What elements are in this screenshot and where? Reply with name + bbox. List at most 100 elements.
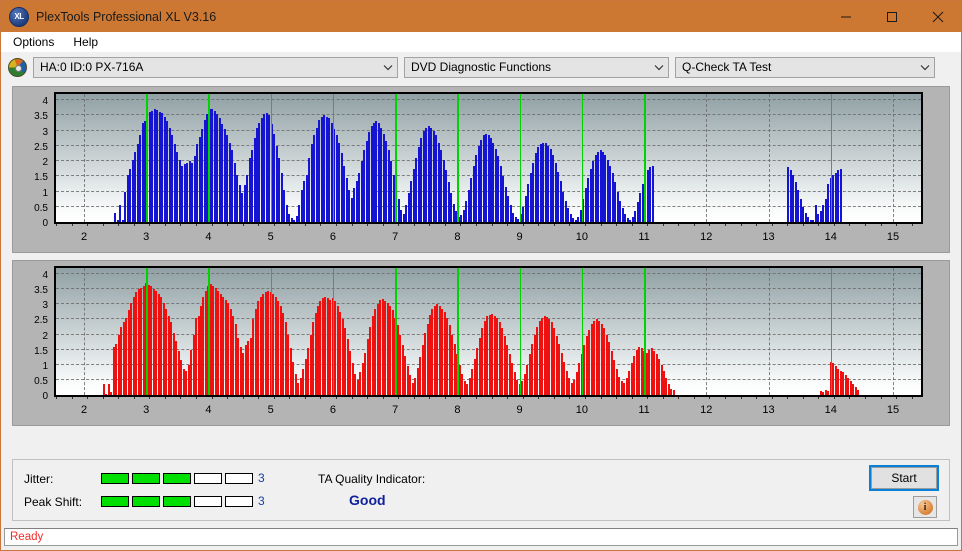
axis-tick <box>584 397 586 399</box>
axis-tick <box>756 397 758 399</box>
plot-wrap: 0 0.5 1 1.5 2 2.5 3 3.5 4 2 3 4 5 6 7 8 9 10 11 12 13 14 15 <box>13 261 949 425</box>
marker-line <box>830 94 833 222</box>
drive-select[interactable]: HA:0 ID:0 PX-716A <box>33 56 398 78</box>
meter-segment <box>194 473 222 484</box>
window-controls <box>823 1 961 32</box>
axis-tick <box>211 397 213 399</box>
axis-tick <box>304 224 306 226</box>
axis-tick <box>476 397 478 399</box>
peak-shift-label: Peak Shift: <box>24 495 83 509</box>
axis-tick <box>476 224 478 226</box>
window-title: PlexTools Professional XL V3.16 <box>36 9 217 24</box>
axis-tick <box>880 224 882 226</box>
axis-tick <box>304 397 306 399</box>
axis-tick <box>538 224 540 226</box>
axis-tick <box>102 397 104 399</box>
axis-tick <box>56 397 57 399</box>
marker-line <box>270 268 273 395</box>
marker-line <box>208 94 210 222</box>
info-icon: i <box>917 499 933 515</box>
start-button[interactable]: Start <box>869 465 939 491</box>
axis-tick <box>616 224 618 226</box>
marker-line <box>519 268 522 395</box>
y-axis-tick-label: 0 <box>42 218 48 229</box>
axis-tick <box>211 224 213 226</box>
marker-line <box>644 268 646 395</box>
xl-logo-icon: XL <box>9 6 29 27</box>
axis-tick <box>133 397 135 399</box>
test-select[interactable]: Q-Check TA Test <box>675 56 935 78</box>
app-icon-text: XL <box>14 12 24 21</box>
y-axis-tick-label: 1 <box>42 360 48 372</box>
x-axis-tick-label: 2 <box>80 404 88 416</box>
axis-tick <box>740 224 742 226</box>
y-axis-tick-label: 4 <box>42 96 48 108</box>
function-select[interactable]: DVD Diagnostic Functions <box>404 56 669 78</box>
x-axis-tick-label: 4 <box>205 404 212 416</box>
gridline-horizontal <box>56 129 921 131</box>
axis-tick <box>289 224 291 226</box>
gridline-horizontal <box>56 99 921 101</box>
indicator-panel: Jitter: 3 Peak Shift: 3 TA Quality Indic… <box>12 459 950 521</box>
x-axis-tick-label: 10 <box>575 404 588 416</box>
y-axis-tick-label: 4 <box>42 270 48 282</box>
axis-tick <box>802 397 804 399</box>
x-axis-ticks <box>56 397 921 401</box>
x-axis-tick-label: 14 <box>824 404 837 416</box>
axis-tick <box>87 224 89 226</box>
gridline-horizontal <box>56 273 921 275</box>
menu-bar: Options Help <box>1 32 961 52</box>
axis-tick <box>771 224 773 226</box>
axis-tick <box>164 224 166 226</box>
x-axis-tick-label: 11 <box>638 404 650 416</box>
menu-item-options[interactable]: Options <box>9 33 63 51</box>
axis-tick <box>133 224 135 226</box>
menu-item-help[interactable]: Help <box>69 33 107 51</box>
axis-tick <box>180 397 182 399</box>
meter-segment <box>101 473 129 484</box>
axis-tick <box>600 224 602 226</box>
meter-segment <box>163 496 191 507</box>
jitter-label: Jitter: <box>24 472 54 486</box>
axis-tick <box>71 397 73 399</box>
minimize-icon[interactable] <box>823 1 869 32</box>
marker-line <box>581 94 584 222</box>
axis-tick <box>693 397 695 399</box>
test-select-value: Q-Check TA Test <box>682 60 772 74</box>
axis-tick <box>118 224 120 226</box>
y-axis-tick-label: 1.5 <box>34 172 48 184</box>
x-axis-tick-label: 2 <box>80 231 88 243</box>
y-axis-tick-label: 2.5 <box>34 141 48 153</box>
meter-segment <box>163 473 191 484</box>
axis-tick <box>678 224 680 226</box>
application-window: XL PlexTools Professional XL V3.16 Optio… <box>0 0 962 551</box>
axis-tick <box>662 397 664 399</box>
y-axis-tick-label: 3.5 <box>34 111 48 123</box>
x-axis-ticks <box>56 224 921 228</box>
x-axis-tick-label: 10 <box>575 231 588 243</box>
axis-tick <box>351 224 353 226</box>
x-axis-tick-label: 8 <box>454 231 461 243</box>
axis-tick <box>538 397 540 399</box>
axis-tick <box>320 224 322 226</box>
axis-tick <box>320 397 322 399</box>
marker-line <box>457 94 459 222</box>
chevron-down-icon <box>916 64 934 71</box>
axis-tick <box>911 224 913 226</box>
y-axis-labels: 0 0.5 1 1.5 2 2.5 3 3.5 4 <box>13 92 51 229</box>
axis-tick <box>756 224 758 226</box>
axis-tick <box>911 397 913 399</box>
axis-tick <box>709 224 711 226</box>
axis-tick <box>833 224 835 226</box>
axis-tick <box>631 224 633 226</box>
marker-line <box>830 268 833 395</box>
maximize-icon[interactable] <box>869 1 915 32</box>
marker-line <box>332 94 335 222</box>
info-button[interactable]: i <box>913 496 937 518</box>
axis-tick <box>522 397 524 399</box>
close-icon[interactable] <box>915 1 961 32</box>
y-axis-tick-label: 3.5 <box>34 285 48 297</box>
y-axis-tick-label: 0 <box>42 391 48 402</box>
x-axis-tick-label: 6 <box>329 231 336 243</box>
axis-tick <box>444 397 446 399</box>
